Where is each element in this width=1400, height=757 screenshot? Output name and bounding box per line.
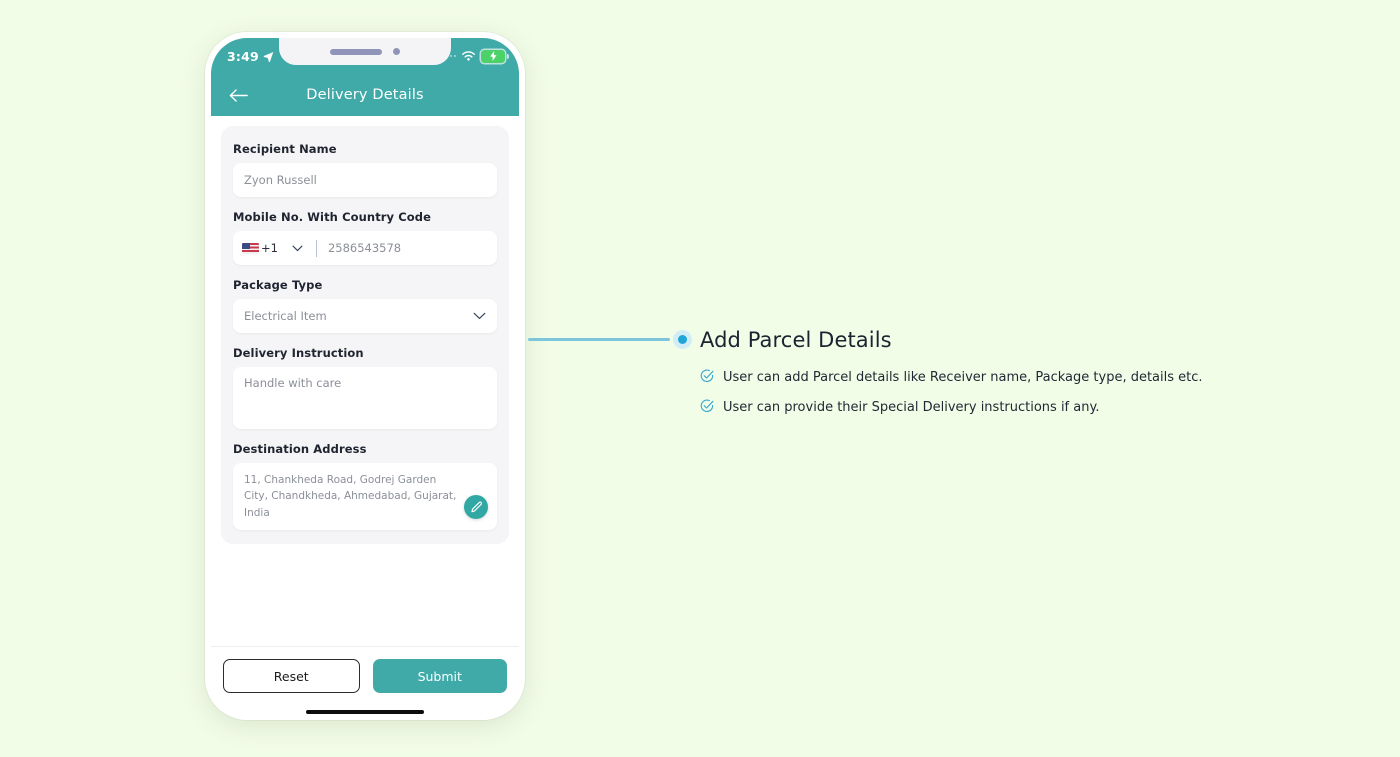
- annotation-bullet-marker: [673, 330, 692, 349]
- bullet-dot-icon: [678, 335, 687, 344]
- speaker-grille-icon: [330, 48, 382, 55]
- check-circle-icon: [700, 369, 714, 383]
- field-mobile-number: Mobile No. With Country Code +1 25865435…: [233, 210, 497, 265]
- recipient-name-label: Recipient Name: [233, 142, 337, 156]
- footer-button-row: Reset Submit: [223, 659, 507, 693]
- status-bar-time-group: 3:49: [227, 49, 274, 64]
- reset-button[interactable]: Reset: [223, 659, 360, 693]
- phone-mockup: 3:49 Delivery Details Recipient Name Zyo…: [205, 32, 525, 720]
- status-bar-icons: [441, 49, 509, 63]
- country-code-dropdown[interactable]: [292, 245, 303, 252]
- annotation-bullet-list: User can add Parcel details like Receive…: [700, 369, 1300, 417]
- edit-address-button[interactable]: [464, 495, 488, 519]
- edit-pencil-icon: [470, 501, 482, 512]
- screenshot-stage: 3:49 Delivery Details Recipient Name Zyo…: [0, 0, 1400, 757]
- list-item: User can provide their Special Delivery …: [700, 399, 1300, 417]
- us-flag-icon: [242, 242, 259, 254]
- location-arrow-icon: [263, 51, 274, 62]
- country-code-value: +1: [261, 241, 278, 255]
- annotation-bullet-text: User can add Parcel details like Receive…: [723, 370, 1203, 385]
- list-item: User can add Parcel details like Receive…: [700, 369, 1300, 387]
- status-time-label: 3:49: [227, 48, 259, 64]
- mobile-number-value: 2586543578: [327, 241, 402, 255]
- field-recipient-name: Recipient Name Zyon Russell: [233, 142, 497, 197]
- submit-button[interactable]: Submit: [372, 659, 507, 693]
- recipient-name-value: Zyon Russell: [244, 173, 317, 187]
- annotation-connector-line: [528, 338, 670, 341]
- back-arrow-icon: [229, 88, 248, 102]
- front-camera-icon: [393, 48, 400, 55]
- package-type-label: Package Type: [233, 278, 323, 292]
- page-title: Delivery Details: [306, 87, 424, 103]
- form-scroll-area: Recipient Name Zyon Russell Mobile No. W…: [211, 116, 519, 646]
- destination-address-label: Destination Address: [233, 442, 367, 456]
- teal-top-area: 3:49 Delivery Details: [211, 38, 519, 116]
- battery-charging-icon: [481, 49, 509, 63]
- back-button[interactable]: [225, 82, 251, 108]
- destination-address-box[interactable]: 11, Chankheda Road, Godrej Garden City, …: [233, 463, 497, 530]
- field-package-type: Package Type Electrical Item: [233, 278, 497, 333]
- phone-notch: [279, 38, 451, 65]
- field-divider: [315, 239, 317, 257]
- destination-address-value: 11, Chankheda Road, Godrej Garden City, …: [244, 474, 457, 519]
- delivery-instruction-label: Delivery Instruction: [233, 346, 364, 360]
- delivery-form-card: Recipient Name Zyon Russell Mobile No. W…: [221, 126, 509, 544]
- mobile-number-label: Mobile No. With Country Code: [233, 210, 432, 224]
- form-footer: Reset Submit: [211, 646, 519, 714]
- field-delivery-instruction: Delivery Instruction Handle with care: [233, 346, 497, 429]
- check-circle-icon: [700, 399, 714, 412]
- annotation-title: Add Parcel Details: [700, 328, 892, 352]
- chevron-down-icon: [473, 312, 486, 320]
- chevron-down-icon: [292, 245, 303, 251]
- delivery-instruction-textarea[interactable]: Handle with care: [233, 367, 497, 429]
- delivery-instruction-value: Handle with care: [244, 376, 342, 390]
- app-bar: Delivery Details: [211, 74, 519, 116]
- annotation-panel: Add Parcel Details User can add Parcel d…: [700, 328, 1300, 429]
- mobile-number-input-row[interactable]: +1 2586543578: [233, 231, 497, 265]
- package-type-value: Electrical Item: [244, 309, 327, 323]
- annotation-bullet-text: User can provide their Special Delivery …: [723, 399, 1100, 415]
- field-destination-address: Destination Address 11, Chankheda Road, …: [233, 442, 497, 530]
- wifi-icon: [462, 51, 475, 61]
- home-indicator: [306, 710, 424, 714]
- phone-screen: 3:49 Delivery Details Recipient Name Zyo…: [211, 38, 519, 714]
- recipient-name-input[interactable]: Zyon Russell: [233, 163, 497, 197]
- package-type-select[interactable]: Electrical Item: [233, 299, 497, 333]
